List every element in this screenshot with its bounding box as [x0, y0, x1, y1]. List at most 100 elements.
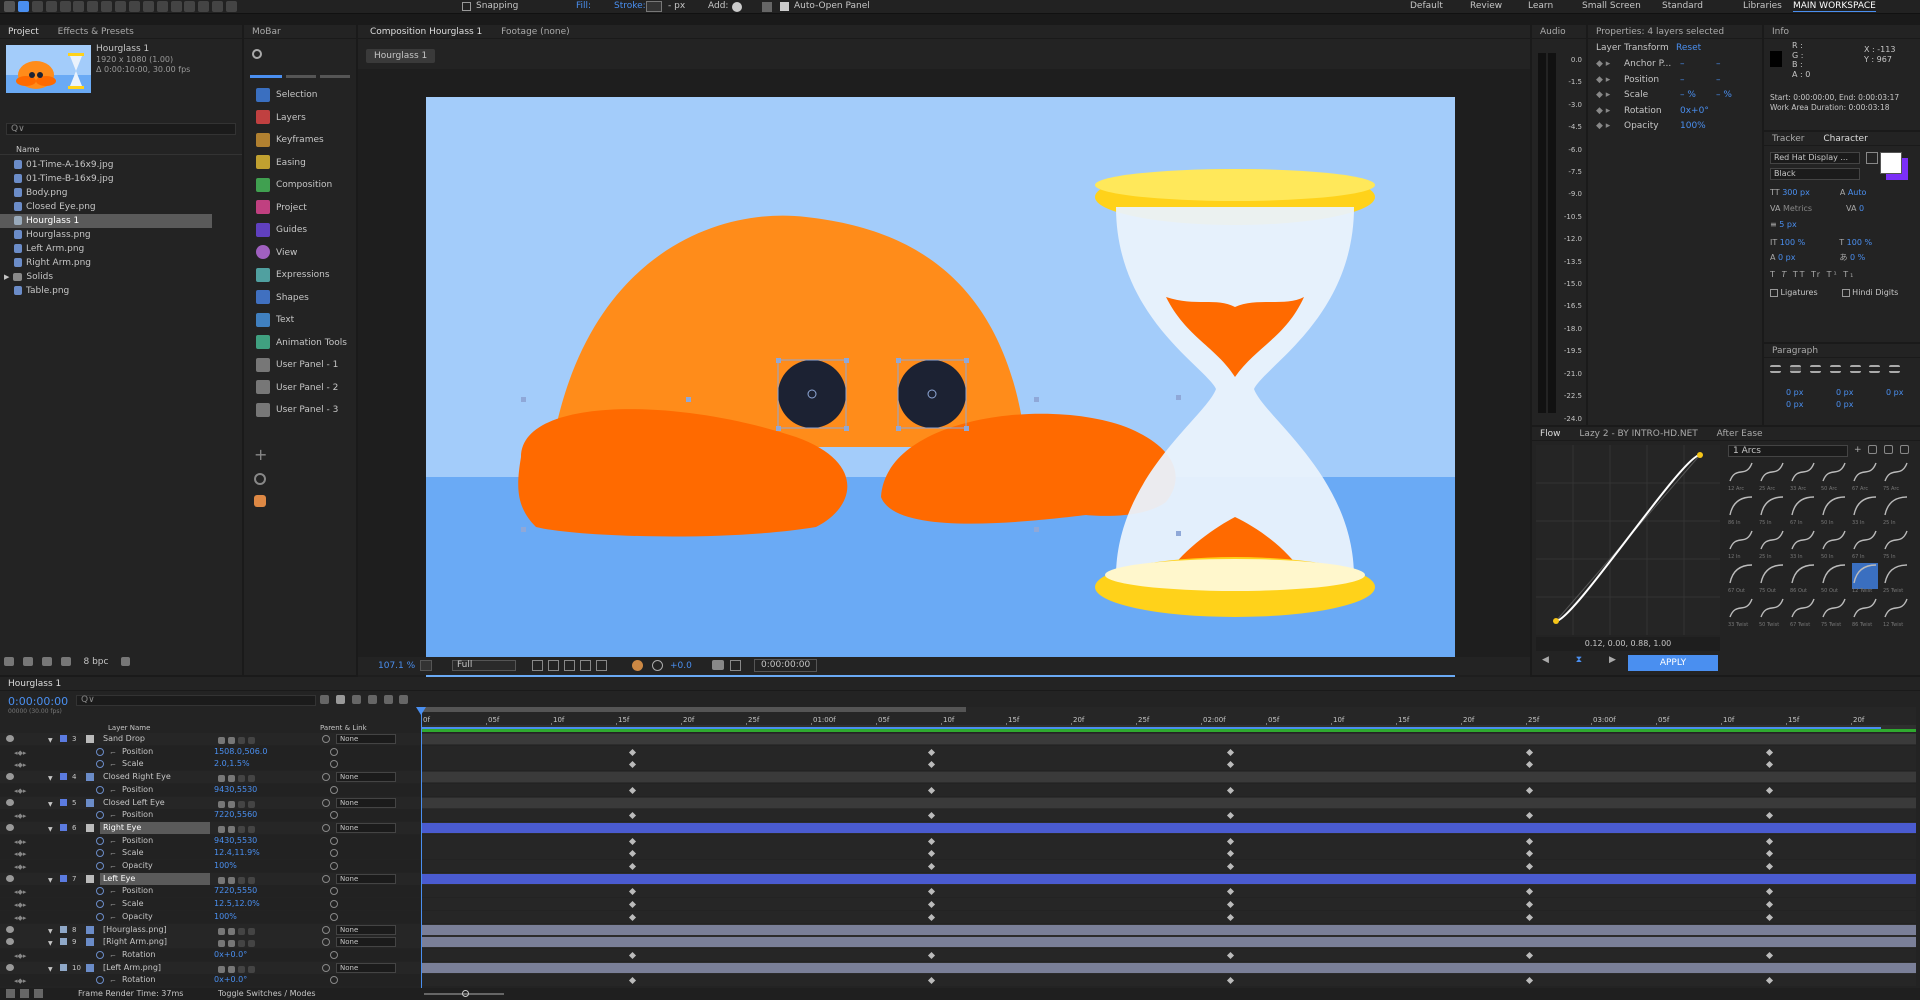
mobar-item-user-panel-2[interactable]: User Panel - 2	[244, 377, 356, 400]
parent-select[interactable]: None	[336, 734, 396, 744]
keyframe-icon[interactable]	[1227, 888, 1235, 896]
pickwhip-icon[interactable]	[322, 938, 330, 947]
keyframe-icon[interactable]	[1765, 786, 1773, 794]
graph-icon[interactable]: ⌐	[110, 759, 116, 770]
easing-preset[interactable]: 67 Out	[1728, 563, 1754, 594]
list-item[interactable]: Left Arm.png	[0, 242, 242, 256]
space-before[interactable]: 0 px	[1786, 400, 1803, 409]
keyframe-nav-icon[interactable]: ◂◆▸	[14, 848, 26, 859]
keyframe-icon[interactable]	[1227, 951, 1235, 959]
grid-toggle-icon[interactable]	[532, 660, 543, 671]
tab-timeline-comp[interactable]: Hourglass 1	[8, 677, 61, 690]
effects-switch-icon[interactable]	[238, 825, 245, 833]
graph-icon[interactable]: ⌐	[110, 810, 116, 821]
easing-preset[interactable]: 75 In	[1883, 529, 1909, 560]
keyframe-icon[interactable]	[1526, 748, 1534, 756]
layer-track[interactable]	[421, 796, 1916, 809]
trash-icon[interactable]	[121, 657, 131, 666]
mobar-item-user-panel-3[interactable]: User Panel - 3	[244, 399, 356, 422]
workspace-review[interactable]: Review	[1470, 1, 1502, 11]
eye-icon[interactable]	[6, 938, 14, 946]
layer-row[interactable]: ▼ 7 Left Eye None	[0, 872, 420, 885]
eyedropper-icon[interactable]	[1866, 152, 1878, 164]
effects-switch-icon[interactable]	[238, 876, 245, 884]
motion-blur-switch-icon[interactable]	[248, 940, 255, 948]
list-item[interactable]: Right Arm.png	[0, 256, 242, 270]
space-after[interactable]: 0 px	[1836, 400, 1853, 409]
chevron-down-icon[interactable]: ▼	[48, 938, 53, 948]
list-item[interactable]: Closed Eye.png	[0, 200, 242, 214]
layer-track[interactable]	[421, 771, 1916, 784]
keyframe-track[interactable]	[421, 948, 1916, 961]
keyframe-icon[interactable]	[1526, 977, 1534, 985]
keyframe-icon[interactable]	[629, 977, 637, 985]
layer-name[interactable]: [Left Arm.png]	[100, 962, 210, 974]
new-folder-icon[interactable]	[22, 657, 33, 666]
pickwhip-icon[interactable]	[322, 773, 330, 782]
selection-tool-icon[interactable]	[17, 1, 29, 12]
keyframe-nav-icon[interactable]: ◂◆▸	[14, 810, 26, 821]
property-row[interactable]: ◂◆▸ ⌐ Scale 2.0,1.5%	[0, 758, 420, 771]
property-row[interactable]: ◂◆▸ ⌐ Rotation 0x+0.0°	[0, 948, 420, 961]
graph-icon[interactable]: ⌐	[110, 861, 116, 872]
easing-preset[interactable]: 50 Arc	[1821, 461, 1847, 492]
keyframe-nav-icon[interactable]: ◂◆▸	[14, 975, 26, 986]
keyframe-track[interactable]	[421, 809, 1916, 822]
quality-switch-icon[interactable]	[228, 940, 235, 948]
tab-character[interactable]: Character	[1823, 132, 1867, 145]
col-parent-link[interactable]: Parent & Link	[320, 724, 367, 732]
keyframe-icon[interactable]	[1765, 761, 1773, 769]
mobar-item-keyframes[interactable]: Keyframes	[244, 129, 356, 152]
indent-right[interactable]: 0 px	[1886, 388, 1903, 397]
layer-row[interactable]: ▼ 8 [Hourglass.png] None	[0, 923, 420, 936]
keyframe-track[interactable]	[421, 745, 1916, 758]
keyframe-icon[interactable]	[1526, 888, 1534, 896]
layer-track[interactable]	[421, 961, 1916, 974]
fill-color-swatch[interactable]	[1880, 152, 1902, 174]
shy-switch-icon[interactable]	[218, 940, 225, 948]
justify-all-icon[interactable]	[1889, 364, 1901, 373]
keyframe-icon[interactable]	[1227, 761, 1235, 769]
camera-icon[interactable]	[712, 660, 724, 670]
chevron-down-icon[interactable]: ▼	[48, 824, 53, 834]
keyframe-icon[interactable]	[1765, 812, 1773, 820]
keyframe-icon[interactable]	[928, 862, 936, 871]
quality-switch-icon[interactable]	[228, 737, 235, 744]
workspace-learn[interactable]: Learn	[1528, 1, 1553, 11]
mobar-item-selection[interactable]: Selection	[244, 84, 356, 107]
keyframe-icon[interactable]	[1526, 862, 1534, 871]
stopwatch-icon[interactable]	[96, 976, 104, 985]
keyframe-icon[interactable]	[928, 901, 936, 909]
keyframe-icon[interactable]	[629, 850, 637, 858]
list-item-selected[interactable]: Hourglass 1	[0, 214, 212, 228]
layer-track[interactable]	[421, 923, 1916, 936]
timeline-search-input[interactable]: Q∨	[76, 695, 316, 706]
mobar-item-shapes[interactable]: Shapes	[244, 287, 356, 310]
keyframe-nav-icon[interactable]: ◂◆▸	[14, 747, 26, 758]
keyframe-track[interactable]	[421, 783, 1916, 796]
eye-icon[interactable]	[6, 823, 14, 831]
quality-switch-icon[interactable]	[228, 775, 235, 783]
graph-icon[interactable]: ⌐	[110, 785, 116, 796]
easing-preset[interactable]: 33 In	[1852, 495, 1878, 526]
motion-blur-switch-icon[interactable]	[248, 737, 255, 744]
pickwhip-icon[interactable]	[322, 798, 330, 807]
comp-timecode[interactable]: 0:00:00:00	[754, 659, 818, 672]
easing-preset[interactable]: 67 In	[1790, 495, 1816, 526]
easing-preset[interactable]: 25 Arc	[1759, 461, 1785, 492]
save-preset-icon[interactable]	[1868, 445, 1878, 454]
parent-select[interactable]: None	[336, 937, 396, 948]
layer-name[interactable]: Sand Drop	[100, 733, 210, 745]
layer-track[interactable]	[421, 733, 1916, 745]
keyframe-icon[interactable]	[1526, 951, 1534, 959]
easing-preset[interactable]: 86 Twist	[1852, 597, 1878, 628]
stopwatch-icon[interactable]	[96, 912, 104, 921]
label-color-swatch[interactable]	[60, 735, 67, 742]
ligatures-checkbox[interactable]	[1770, 288, 1778, 297]
graph-icon[interactable]: ⌐	[110, 848, 116, 859]
keyframe-track[interactable]	[421, 974, 1916, 987]
layer-name[interactable]: Left Eye	[100, 872, 210, 885]
keyframe-nav-icon[interactable]: ◂◆▸	[14, 899, 26, 910]
keyframe-nav-icon[interactable]: ◂◆▸	[14, 861, 26, 872]
keyframe-icon[interactable]	[928, 837, 936, 845]
